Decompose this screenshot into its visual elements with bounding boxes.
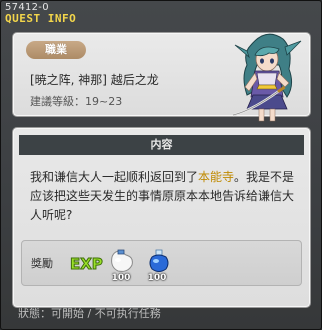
window-title: QUEST INFO	[5, 12, 77, 25]
exp-text: EXP	[70, 255, 104, 274]
quest-content-panel: 内容 我和谦信大人一起顺利返回到了本能寺。我是不是应该把这些天发生的事情原原本本…	[12, 127, 311, 308]
quest-status: 狀態：可開始 / 不可执行任務	[18, 307, 161, 320]
quest-name: [暁之阵, 神那] 越后之龙	[30, 73, 159, 87]
content-header: 内容	[19, 135, 304, 155]
reward-label: 獎勵	[31, 257, 53, 270]
location-highlight: 本能寺	[198, 170, 235, 184]
white-potion-icon	[111, 249, 133, 272]
blue-potion-icon	[149, 249, 169, 272]
exp-icon: EXP	[70, 253, 104, 275]
reward-item-blue-potion[interactable]: 100	[142, 247, 172, 283]
npc-portrait-icon	[232, 33, 302, 122]
job-badge: 職業	[26, 41, 86, 59]
quest-info-window: 57412-0 QUEST INFO 職業 [暁之阵, 神那] 越后之龙 建議等…	[0, 0, 322, 330]
reward-item-white-potion[interactable]: 100	[106, 247, 136, 283]
quest-description: 我和谦信大人一起顺利返回到了本能寺。我是不是应该把这些天发生的事情原原本本地告诉…	[30, 168, 300, 225]
item-count: 100	[111, 273, 131, 283]
reward-box: 獎勵 EXP 100 100	[21, 240, 302, 286]
item-count: 100	[147, 273, 167, 283]
description-part1: 我和谦信大人一起顺利返回到了	[30, 170, 199, 184]
level-requirement: 建議等級：19~23	[30, 95, 123, 108]
